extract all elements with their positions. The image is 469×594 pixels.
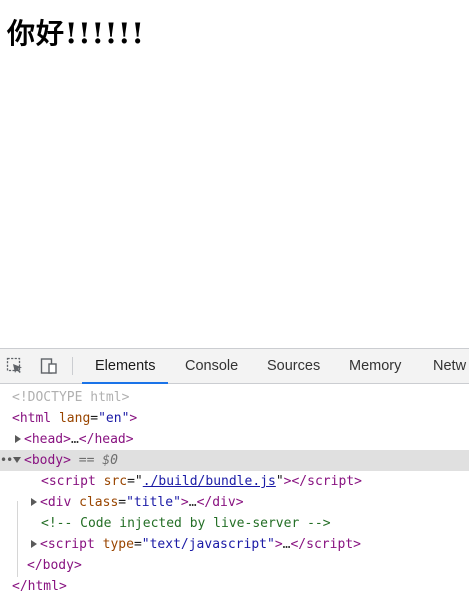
dom-node-script-inline[interactable]: <script type="text/javascript">…</script… xyxy=(0,534,469,555)
expand-caret-icon[interactable] xyxy=(31,497,37,506)
html-attr-value: "en" xyxy=(98,411,130,426)
doctype-text: <!DOCTYPE html> xyxy=(12,390,130,405)
devtools-panel: Elements Console Sources Memory Netw <!D… xyxy=(0,348,469,594)
dom-node-script-bundle[interactable]: <script src="./build/bundle.js"></script… xyxy=(0,471,469,492)
head-close-tag: head xyxy=(94,432,126,447)
tab-elements[interactable]: Elements xyxy=(82,349,169,384)
script2-close-tag: script xyxy=(306,537,354,552)
script-tag-name: script xyxy=(48,474,96,489)
html-tag-name: html xyxy=(19,411,52,426)
device-toolbar-icon[interactable] xyxy=(40,357,58,375)
script-src-attr: src xyxy=(103,474,128,489)
dom-tree: <!DOCTYPE html> <html lang="en"> <head>…… xyxy=(0,385,469,594)
page-heading: 你好!!!!!! xyxy=(7,17,145,50)
toolbar-separator xyxy=(72,357,73,375)
html-attr-name: lang xyxy=(58,411,91,426)
selected-node-marker: == $0 xyxy=(78,453,118,468)
div-attr-name: class xyxy=(79,495,119,510)
div-attr-value: "title" xyxy=(126,495,181,510)
page-viewport: 你好!!!!!! xyxy=(0,0,469,348)
div-tag-name: div xyxy=(47,495,72,510)
collapse-caret-icon[interactable] xyxy=(13,456,21,463)
div-close-tag: div xyxy=(212,495,236,510)
dom-node-doctype[interactable]: <!DOCTYPE html> xyxy=(0,387,469,408)
collapsed-ellipsis: … xyxy=(70,432,79,447)
live-server-comment: <!-- Code injected by live-server --> xyxy=(41,516,331,531)
dom-node-comment[interactable]: <!-- Code injected by live-server --> xyxy=(0,513,469,534)
body-close-tag: body xyxy=(42,558,74,573)
tab-sources[interactable]: Sources xyxy=(254,349,333,383)
dom-node-div-title[interactable]: <div class="title">…</div> xyxy=(0,492,469,513)
more-actions-icon[interactable]: •• xyxy=(0,450,13,471)
expand-caret-icon[interactable] xyxy=(15,434,21,443)
head-tag-name: head xyxy=(31,432,64,447)
devtools-toolbar: Elements Console Sources Memory Netw xyxy=(0,349,469,384)
script-close-tag: script xyxy=(307,474,355,489)
dom-node-html[interactable]: <html lang="en"> xyxy=(0,408,469,429)
script2-tag-name: script xyxy=(47,537,95,552)
body-tag-name: body xyxy=(31,453,64,468)
dom-node-body-close[interactable]: </body> xyxy=(0,555,469,576)
inspect-element-icon[interactable] xyxy=(6,357,24,375)
script-src-link[interactable]: ./build/bundle.js xyxy=(143,474,276,489)
html-close-tag: html xyxy=(27,579,59,594)
dom-node-body[interactable]: •• <body> == $0 xyxy=(0,450,469,471)
tab-memory[interactable]: Memory xyxy=(336,349,414,383)
script2-type-attr: type xyxy=(102,537,134,552)
dom-node-head[interactable]: <head>…</head> xyxy=(0,429,469,450)
script2-type-value: "text/javascript" xyxy=(141,537,275,552)
expand-caret-icon[interactable] xyxy=(31,539,37,548)
dom-node-html-close[interactable]: </html> xyxy=(0,576,469,594)
tab-console[interactable]: Console xyxy=(172,349,251,383)
tab-network[interactable]: Netw xyxy=(420,349,469,383)
collapsed-ellipsis: … xyxy=(188,495,197,510)
